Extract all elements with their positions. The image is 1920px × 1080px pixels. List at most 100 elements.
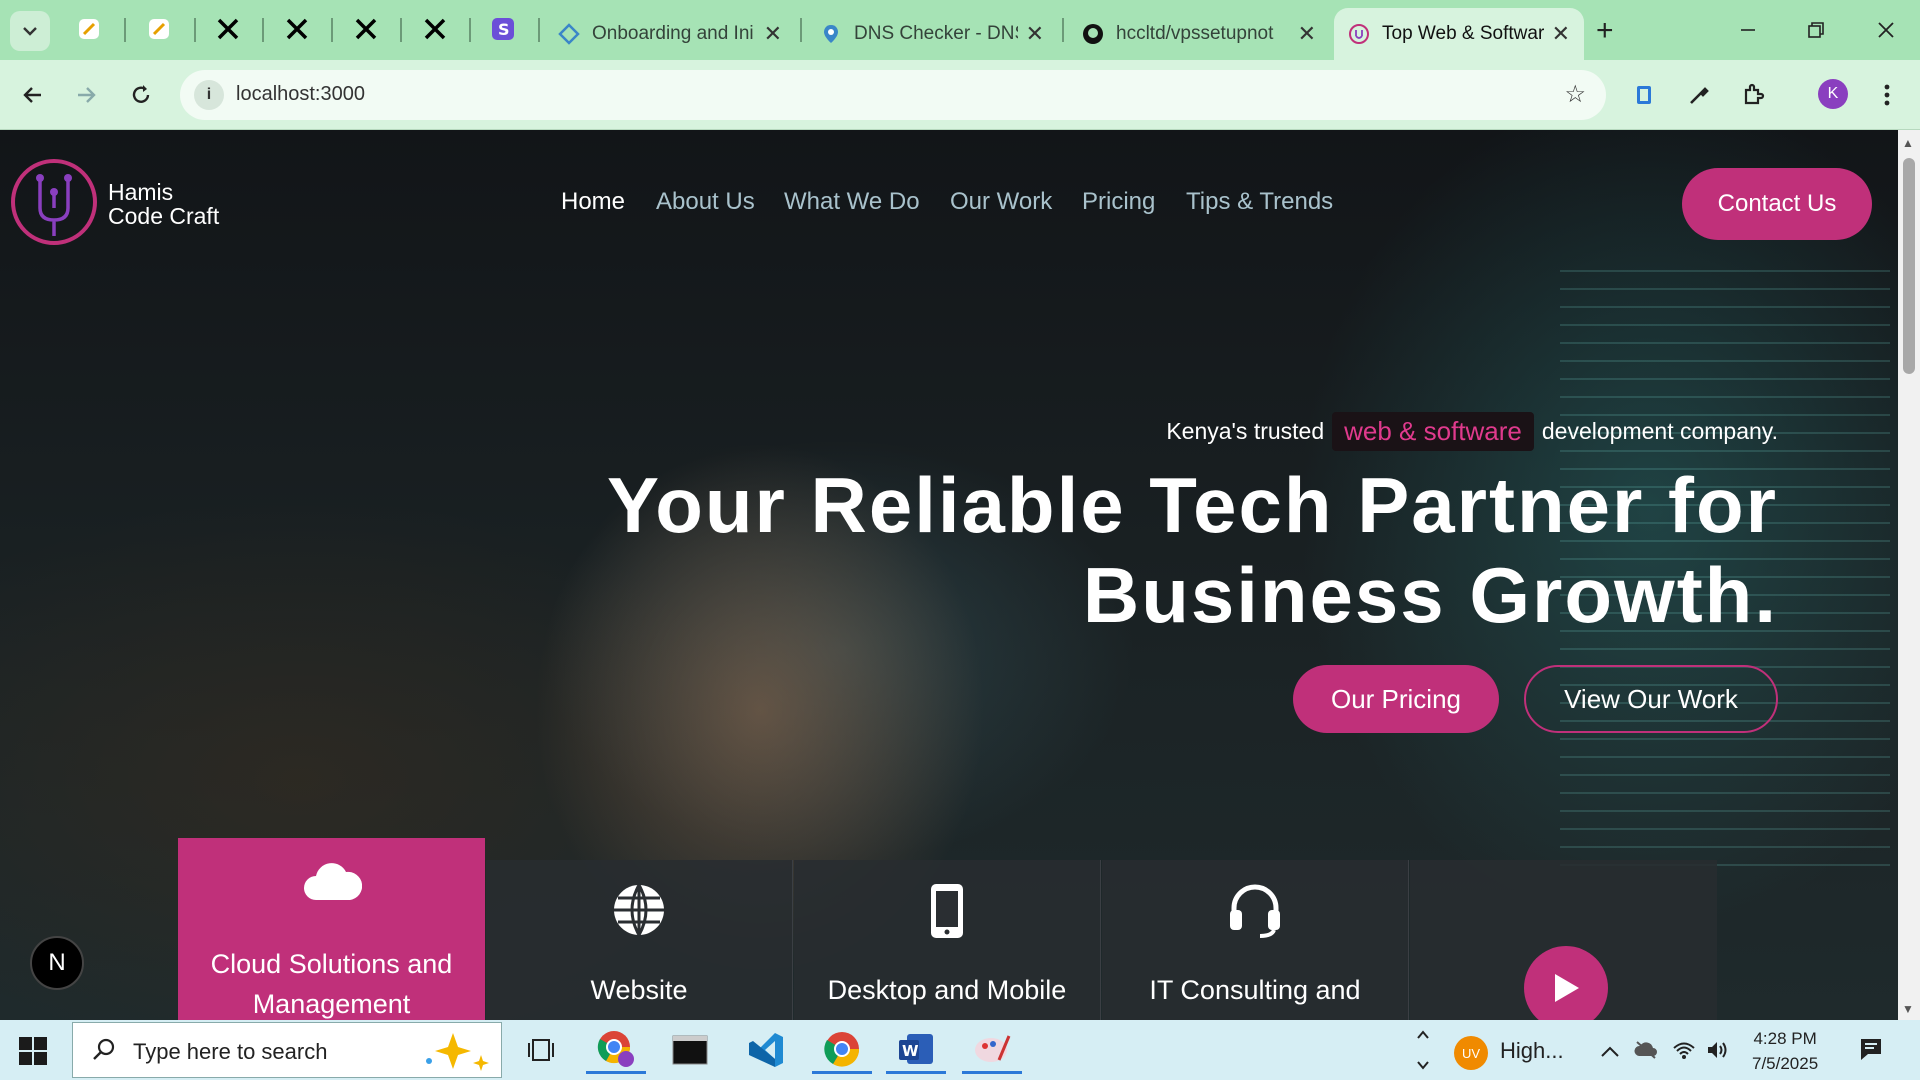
system-clock[interactable]: 4:28 PM 7/5/2025: [1752, 1026, 1818, 1076]
nav-tips-trends[interactable]: Tips & Trends: [1186, 188, 1333, 216]
reload-icon: [132, 85, 150, 103]
s-app-icon: S: [492, 18, 514, 40]
close-icon[interactable]: ✕: [1026, 21, 1044, 47]
tab-title: DNS Checker - DNS: [854, 23, 1018, 44]
x-logo-icon: [424, 18, 446, 40]
pinned-tab-x-1[interactable]: [213, 14, 243, 44]
notifications-icon[interactable]: [1858, 1036, 1884, 1062]
pinned-tab-2[interactable]: [144, 14, 174, 44]
restore-icon: [1808, 22, 1824, 38]
brand-line-2: Code Craft: [108, 203, 220, 229]
tab-dns-checker[interactable]: DNS Checker - DNS ✕: [806, 8, 1058, 60]
pinned-tab-s[interactable]: S: [488, 14, 518, 44]
tab-strip: S Onboarding and Ini ✕ DNS Checker - DNS…: [0, 0, 1920, 60]
chrome-icon: [597, 1030, 634, 1067]
hero-tagline: Kenya's trusted web & software developme…: [1166, 412, 1778, 451]
hero-headline: Your Reliable Tech Partner for Business …: [478, 460, 1778, 640]
chrome-icon: [824, 1031, 860, 1067]
extensions-button[interactable]: [1737, 78, 1771, 112]
bookmark-star-icon[interactable]: ☆: [1564, 80, 1586, 109]
nav-pricing[interactable]: Pricing: [1082, 188, 1155, 216]
minimize-button[interactable]: [1726, 12, 1770, 48]
scroll-up-arrow-icon[interactable]: ▲: [1902, 136, 1914, 150]
taskbar-word[interactable]: W: [886, 1026, 946, 1074]
pinned-tab-x-4[interactable]: [420, 14, 450, 44]
pinned-tab-1[interactable]: [74, 14, 104, 44]
nav-what-we-do[interactable]: What We Do: [784, 188, 920, 216]
volume-icon[interactable]: [1706, 1040, 1730, 1060]
nextjs-dev-badge[interactable]: N: [30, 936, 84, 990]
brand-name[interactable]: Hamis Code Craft: [108, 180, 219, 228]
nav-home[interactable]: Home: [561, 188, 625, 216]
taskbar-vscode[interactable]: [736, 1026, 796, 1074]
restore-button[interactable]: [1794, 12, 1838, 48]
task-view-button[interactable]: [511, 1026, 571, 1074]
our-pricing-button[interactable]: Our Pricing: [1293, 665, 1499, 733]
forward-button[interactable]: [68, 77, 104, 113]
nav-our-work[interactable]: Our Work: [950, 188, 1052, 216]
view-our-work-button[interactable]: View Our Work: [1524, 665, 1778, 733]
browser-toolbar: i localhost:3000 ☆ K: [0, 60, 1920, 130]
task-view-icon: [528, 1039, 554, 1061]
scrollbar-thumb[interactable]: [1903, 158, 1915, 374]
eyedropper-button[interactable]: [1682, 78, 1716, 112]
site-info-icon[interactable]: i: [194, 80, 224, 110]
taskbar-chrome-profile[interactable]: [586, 1026, 646, 1074]
pinned-tab-x-2[interactable]: [282, 14, 312, 44]
weather-uv-badge[interactable]: UV: [1454, 1036, 1488, 1070]
globe-icon: [486, 882, 792, 942]
brand-line-1: Hamis: [108, 179, 174, 205]
tab-divider: [469, 18, 471, 42]
taskbar-scroll-icon[interactable]: [1415, 1028, 1431, 1072]
service-label: IT Consulting and: [1149, 975, 1361, 1005]
address-bar[interactable]: i localhost:3000 ☆: [180, 70, 1606, 120]
tab-onboarding[interactable]: Onboarding and Ini ✕: [544, 8, 796, 60]
close-icon[interactable]: ✕: [1298, 21, 1316, 47]
service-card-website[interactable]: Website: [486, 860, 793, 1020]
service-card-it-consulting[interactable]: IT Consulting and: [1102, 860, 1409, 1020]
onedrive-offline-icon[interactable]: [1634, 1040, 1658, 1060]
close-icon[interactable]: ✕: [1552, 21, 1570, 47]
pinned-site-icon: [149, 19, 169, 39]
pinned-tab-x-3[interactable]: [351, 14, 381, 44]
contact-us-button[interactable]: Contact Us: [1682, 168, 1872, 240]
windows-taskbar: Type here to search W UV High... 4:28 PM…: [0, 1020, 1920, 1080]
play-icon: [1555, 974, 1579, 1002]
tagline-post: development company.: [1541, 418, 1778, 444]
reload-button[interactable]: [123, 77, 159, 113]
back-button[interactable]: [15, 77, 51, 113]
tab-divider: [262, 18, 264, 42]
play-video-button[interactable]: [1524, 946, 1608, 1020]
page-scrollbar[interactable]: ▲ ▼: [1898, 130, 1920, 1020]
new-tab-button[interactable]: +: [1596, 14, 1614, 48]
weather-text[interactable]: High...: [1500, 1038, 1564, 1064]
tab-github[interactable]: hccltd/vpssetupnot ✕: [1068, 8, 1330, 60]
chevron-up-icon[interactable]: [1600, 1044, 1620, 1058]
mobile-icon: [794, 882, 1100, 942]
puzzle-icon: [1744, 83, 1765, 105]
site-logo-icon[interactable]: [10, 158, 98, 246]
taskbar-search-input[interactable]: Type here to search: [72, 1022, 502, 1078]
tab-title: hccltd/vpssetupnot: [1116, 23, 1274, 44]
service-card-desktop-mobile[interactable]: Desktop and Mobile: [794, 860, 1101, 1020]
close-window-button[interactable]: [1864, 12, 1908, 48]
taskbar-terminal[interactable]: [660, 1026, 720, 1074]
taskbar-paint[interactable]: [962, 1026, 1022, 1074]
menu-button[interactable]: [1870, 78, 1904, 112]
scroll-down-arrow-icon[interactable]: ▼: [1902, 1002, 1914, 1016]
tab-active[interactable]: Top Web & Softwar ✕: [1334, 8, 1584, 60]
vscode-icon: [749, 1033, 783, 1067]
taskbar-chrome[interactable]: [812, 1026, 872, 1074]
tab-search-button[interactable]: [10, 11, 50, 51]
profile-avatar[interactable]: K: [1818, 79, 1848, 109]
service-card-cloud[interactable]: Cloud Solutions and Management: [178, 838, 485, 1020]
side-panel-button[interactable]: [1628, 78, 1662, 112]
nav-about-us[interactable]: About Us: [656, 188, 755, 216]
service-label: Website: [590, 975, 688, 1005]
windows-start-icon[interactable]: [18, 1036, 48, 1066]
close-icon[interactable]: ✕: [764, 21, 782, 47]
x-logo-icon: [286, 18, 308, 40]
tab-divider: [538, 18, 540, 42]
url-text[interactable]: localhost:3000: [236, 83, 365, 106]
wifi-icon[interactable]: [1672, 1040, 1696, 1060]
